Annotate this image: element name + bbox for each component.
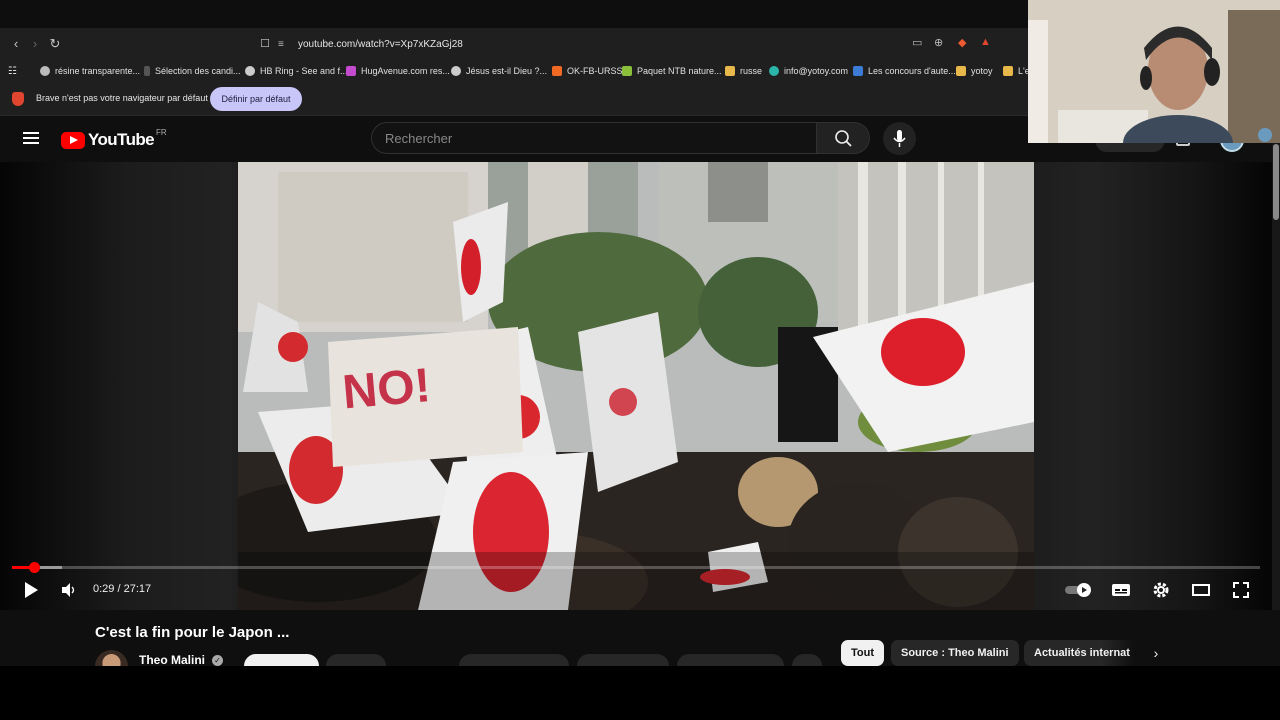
- volume-icon: [62, 583, 75, 597]
- share-button[interactable]: [577, 654, 669, 666]
- protest-sign-text: NO!: [340, 359, 432, 419]
- folder-icon: [956, 66, 966, 76]
- settings-button[interactable]: [1150, 579, 1172, 601]
- video-content: NO!: [238, 162, 1034, 610]
- bookmark-item[interactable]: yotoy: [956, 63, 993, 79]
- search-button[interactable]: [817, 122, 870, 154]
- brave-shields-icon[interactable]: ◆: [958, 36, 966, 49]
- chip-all[interactable]: Tout: [841, 640, 885, 666]
- subtitles-icon: [1112, 584, 1130, 596]
- globe-icon: [245, 66, 255, 76]
- time-display: 0:29 / 27:17: [93, 583, 152, 595]
- page-icon: [853, 66, 863, 76]
- brave-rewards-icon[interactable]: ▲: [980, 36, 991, 48]
- menu-icon[interactable]: [23, 132, 39, 144]
- screen: { "browser": { "url": "youtube.com/watch…: [0, 0, 1280, 720]
- url-text: youtube.com/watch?v=Xp7xKZaGj28: [298, 38, 463, 50]
- theater-mode-button[interactable]: [1190, 579, 1212, 601]
- infobar-message: Brave n'est pas votre navigateur par déf…: [36, 93, 208, 103]
- set-default-button[interactable]: Définir par défaut: [210, 87, 302, 111]
- bookmark-item[interactable]: HugAvenue.com res...: [346, 63, 450, 79]
- globe-icon: [40, 66, 50, 76]
- search-input[interactable]: Rechercher: [371, 122, 817, 154]
- page-icon: [144, 66, 150, 76]
- chevron-right-icon[interactable]: ›: [1146, 642, 1166, 664]
- site-settings-icon[interactable]: ≡: [278, 39, 290, 50]
- subtitles-button[interactable]: [1110, 579, 1132, 601]
- bookmark-item[interactable]: résine transparente...: [40, 63, 140, 79]
- ok-icon: [552, 66, 562, 76]
- channel-avatar[interactable]: [95, 650, 128, 666]
- webcam-feed: [1028, 0, 1280, 143]
- like-dislike-button[interactable]: [459, 654, 569, 666]
- notify-button[interactable]: [326, 654, 386, 666]
- cast-icon[interactable]: ▭: [912, 36, 922, 49]
- verified-icon: ✓: [212, 655, 223, 666]
- address-bar[interactable]: ≡ youtube.com/watch?v=Xp7xKZaGj28: [278, 32, 998, 56]
- download-button[interactable]: [677, 654, 784, 666]
- folder-icon: [1003, 66, 1013, 76]
- leaf-icon: [622, 66, 632, 76]
- mute-button[interactable]: [57, 579, 79, 601]
- gear-icon: [1153, 582, 1169, 598]
- country-code: FR: [156, 127, 167, 137]
- video-frame[interactable]: NO!: [238, 162, 1034, 610]
- globe-icon: [451, 66, 461, 76]
- zoom-icon[interactable]: ⊕: [934, 36, 943, 49]
- theater-mode-icon: [1192, 584, 1210, 596]
- autoplay-toggle[interactable]: [1064, 579, 1094, 601]
- forward-icon[interactable]: ›: [26, 35, 44, 53]
- video-player[interactable]: NO! 0:29 / 27:17: [0, 162, 1272, 610]
- subscribe-button[interactable]: [244, 654, 319, 666]
- apps-icon[interactable]: ☷: [8, 63, 17, 79]
- hugavenue-icon: [346, 66, 356, 76]
- progress-bar[interactable]: [12, 566, 1260, 569]
- microphone-icon: [893, 130, 906, 147]
- bookmark-item[interactable]: HB Ring - See and f...: [245, 63, 348, 79]
- fullscreen-button[interactable]: [1230, 579, 1252, 601]
- youtube-logo[interactable]: YouTube FR: [61, 127, 167, 150]
- bookmark-item[interactable]: Sélection des candi...: [144, 63, 241, 79]
- back-icon[interactable]: ‹: [7, 35, 25, 53]
- bookmark-item[interactable]: Les concours d'aute...: [853, 63, 956, 79]
- reload-icon[interactable]: ↻: [46, 35, 64, 53]
- bottom-blank: [0, 666, 1280, 720]
- more-actions-button[interactable]: [792, 654, 822, 666]
- webcam-overlay: [1028, 0, 1280, 143]
- progress-scrubber[interactable]: [28, 562, 40, 573]
- play-icon: [25, 582, 38, 598]
- video-info-area: C'est la fin pour le Japon ... Theo Mali…: [0, 610, 1280, 666]
- youtube-play-icon: [61, 131, 85, 149]
- search-icon: [835, 130, 852, 147]
- bookmark-item[interactable]: Jésus est-il Dieu ?...: [451, 63, 547, 79]
- mail-icon: [769, 66, 779, 76]
- bookmark-item[interactable]: OK-FB-URSS: [552, 63, 623, 79]
- bookmark-item[interactable]: russe: [725, 63, 762, 79]
- chip-international-news[interactable]: Actualités internat: [1024, 640, 1134, 666]
- brave-logo-icon: [12, 92, 24, 106]
- fullscreen-icon: [1233, 582, 1249, 598]
- bookmark-page-icon[interactable]: ☐: [256, 35, 274, 53]
- folder-icon: [725, 66, 735, 76]
- bookmark-item[interactable]: info@yotoy.com: [769, 63, 848, 79]
- scrollbar-thumb[interactable]: [1273, 144, 1279, 220]
- search-placeholder: Rechercher: [385, 131, 453, 146]
- channel-name[interactable]: Theo Malini: [139, 653, 205, 666]
- chip-source[interactable]: Source : Theo Malini: [891, 640, 1019, 666]
- video-title: C'est la fin pour le Japon ...: [95, 624, 290, 641]
- autoplay-icon: [1065, 583, 1091, 597]
- play-button[interactable]: [20, 579, 42, 601]
- bookmark-item[interactable]: Paquet NTB nature...: [622, 63, 722, 79]
- voice-search-button[interactable]: [883, 122, 916, 155]
